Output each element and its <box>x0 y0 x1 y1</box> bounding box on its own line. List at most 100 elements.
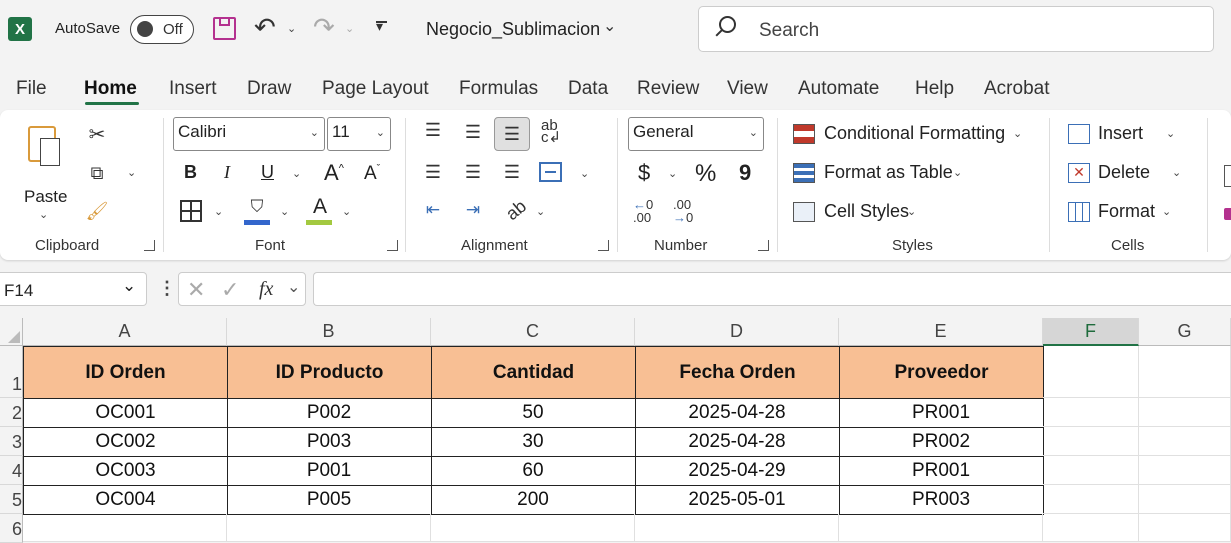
table-cell[interactable]: PR002 <box>839 427 1044 457</box>
wrap-text-icon[interactable]: ab c↲ <box>541 118 561 145</box>
increase-indent-icon[interactable]: ⇥ <box>461 200 485 220</box>
table-cell[interactable]: 2025-04-29 <box>635 456 840 486</box>
tab-view[interactable]: View <box>727 78 768 100</box>
fill-color-icon[interactable]: ⛉ <box>244 196 270 218</box>
borders-dropdown-icon[interactable]: ⌄ <box>214 205 223 218</box>
font-color-icon[interactable]: A <box>309 195 331 219</box>
align-center-icon[interactable]: ☰ <box>461 162 485 182</box>
conditional-formatting-button[interactable]: Conditional Formatting ⌄ <box>793 122 1028 148</box>
table-cell[interactable]: 50 <box>431 398 636 428</box>
row-header-4[interactable]: 4 <box>0 456 23 485</box>
borders-icon[interactable] <box>180 200 202 222</box>
empty-cell[interactable] <box>1043 427 1139 456</box>
tab-home[interactable]: Home <box>84 78 137 100</box>
italic-button[interactable]: I <box>224 162 230 183</box>
table-cell[interactable]: OC002 <box>23 427 228 457</box>
empty-cell[interactable] <box>1139 427 1231 456</box>
merge-dropdown-icon[interactable]: ⌄ <box>580 167 589 180</box>
file-name[interactable]: Negocio_Sublimacion <box>426 19 600 40</box>
search-box[interactable]: Search <box>698 6 1214 52</box>
increase-decimal-icon[interactable]: ←0.00 <box>633 198 653 224</box>
font-launcher-icon[interactable] <box>387 240 398 251</box>
row-header-3[interactable]: 3 <box>0 427 23 456</box>
tab-help[interactable]: Help <box>915 78 954 100</box>
alignment-launcher-icon[interactable] <box>598 240 609 251</box>
name-box[interactable]: F14 ⌄ <box>0 272 147 306</box>
row-header-6[interactable]: 6 <box>0 514 23 543</box>
copy-dropdown-icon[interactable]: ⌄ <box>127 166 136 179</box>
formula-bar-options-icon[interactable]: ⋮ <box>158 278 176 299</box>
table-cell[interactable]: 2025-04-28 <box>635 427 840 457</box>
table-cell[interactable]: 30 <box>431 427 636 457</box>
undo-dropdown-icon[interactable]: ⌄ <box>287 22 296 35</box>
save-icon[interactable] <box>213 17 236 40</box>
tab-draw[interactable]: Draw <box>247 78 291 100</box>
align-left-icon[interactable]: ☰ <box>421 162 445 182</box>
delete-cells-button[interactable]: ✕ Delete ⌄ <box>1068 161 1186 187</box>
empty-cell[interactable] <box>1139 398 1231 427</box>
merge-center-icon[interactable] <box>539 162 562 182</box>
tab-file[interactable]: File <box>16 78 47 100</box>
insert-function-icon[interactable]: fx <box>259 278 273 301</box>
header-cell-cantidad[interactable]: Cantidad <box>431 346 636 399</box>
filename-chevron-down-icon[interactable]: ⌄ <box>603 16 616 36</box>
comma-style-button[interactable]: 9 <box>739 160 751 186</box>
currency-dropdown-icon[interactable]: ⌄ <box>668 167 677 180</box>
table-cell[interactable]: 60 <box>431 456 636 486</box>
align-bottom-button[interactable]: ☰ <box>494 117 530 151</box>
decrease-font-icon[interactable]: Aˇ <box>364 163 380 185</box>
column-header-e[interactable]: E <box>839 318 1043 346</box>
empty-cell[interactable] <box>1139 485 1231 514</box>
table-cell[interactable]: P001 <box>227 456 432 486</box>
column-header-g[interactable]: G <box>1139 318 1231 346</box>
font-size-select[interactable]: 11 ⌄ <box>327 117 391 151</box>
empty-cell[interactable] <box>1043 456 1139 485</box>
paste-button[interactable]: Paste ⌄ <box>20 120 70 228</box>
number-launcher-icon[interactable] <box>758 240 769 251</box>
table-cell[interactable]: 2025-05-01 <box>635 485 840 515</box>
undo-icon[interactable]: ↶ <box>254 12 276 43</box>
font-color-dropdown-icon[interactable]: ⌄ <box>342 205 351 218</box>
bold-button[interactable]: B <box>184 162 197 183</box>
redo-dropdown-icon[interactable]: ⌄ <box>345 22 354 35</box>
column-header-b[interactable]: B <box>227 318 431 346</box>
table-cell[interactable]: P005 <box>227 485 432 515</box>
empty-cell[interactable] <box>1139 514 1231 542</box>
align-top-icon[interactable]: ☰ <box>421 120 445 140</box>
font-name-select[interactable]: Calibri ⌄ <box>173 117 325 151</box>
editing-group-partial-icon[interactable] <box>1224 165 1231 187</box>
column-header-f[interactable]: F <box>1043 318 1139 346</box>
tab-insert[interactable]: Insert <box>169 78 217 100</box>
table-cell[interactable]: P003 <box>227 427 432 457</box>
row-header-5[interactable]: 5 <box>0 485 23 514</box>
table-cell[interactable]: 200 <box>431 485 636 515</box>
tab-automate[interactable]: Automate <box>798 78 879 100</box>
table-cell[interactable]: 2025-04-28 <box>635 398 840 428</box>
table-cell[interactable]: PR001 <box>839 456 1044 486</box>
tab-review[interactable]: Review <box>637 78 699 100</box>
empty-cell[interactable] <box>839 514 1043 542</box>
table-cell[interactable]: OC004 <box>23 485 228 515</box>
row-header-1[interactable]: 1 <box>0 346 23 398</box>
empty-cell[interactable] <box>635 514 839 542</box>
cut-icon[interactable]: ✂ <box>85 122 109 146</box>
header-cell-proveedor[interactable]: Proveedor <box>839 346 1044 399</box>
header-cell-id-producto[interactable]: ID Producto <box>227 346 432 399</box>
cell-styles-button[interactable]: Cell Styles ⌄ <box>793 200 923 226</box>
increase-font-icon[interactable]: A^ <box>324 160 344 186</box>
cancel-entry-icon[interactable]: ✕ <box>187 277 205 303</box>
empty-cell[interactable] <box>1043 485 1139 514</box>
confirm-entry-icon[interactable]: ✓ <box>221 277 239 303</box>
format-cells-button[interactable]: Format ⌄ <box>1068 200 1186 226</box>
currency-button[interactable]: $ <box>638 160 650 186</box>
column-header-c[interactable]: C <box>431 318 635 346</box>
empty-cell[interactable] <box>23 514 227 542</box>
fill-color-dropdown-icon[interactable]: ⌄ <box>280 205 289 218</box>
tab-formulas[interactable]: Formulas <box>459 78 538 100</box>
insert-cells-button[interactable]: Insert ⌄ <box>1068 122 1186 148</box>
table-cell[interactable]: PR001 <box>839 398 1044 428</box>
orientation-icon[interactable]: ab <box>498 192 533 227</box>
header-cell-id-orden[interactable]: ID Orden <box>23 346 228 399</box>
formula-input[interactable] <box>313 272 1231 306</box>
table-cell[interactable]: P002 <box>227 398 432 428</box>
